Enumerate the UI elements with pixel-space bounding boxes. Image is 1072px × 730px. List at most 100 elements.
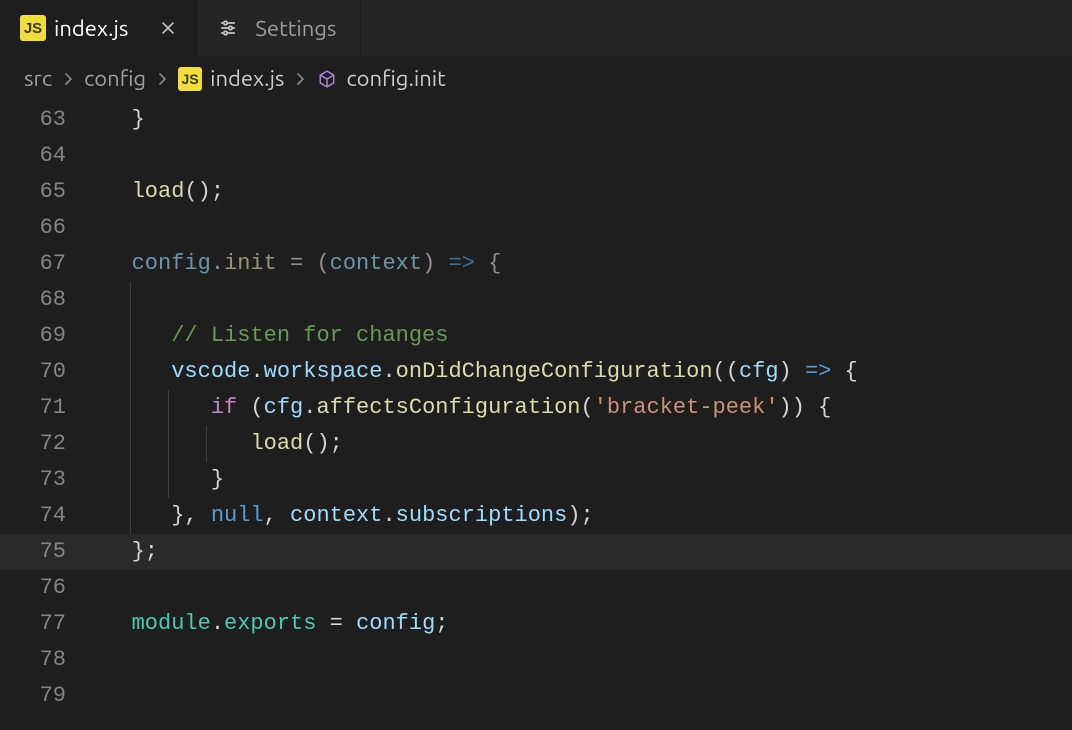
indent-guide	[168, 390, 169, 426]
token: context	[330, 251, 422, 276]
indent-guide	[206, 426, 207, 462]
token: .	[382, 359, 395, 384]
code-content[interactable]: }	[92, 102, 1072, 138]
code-line[interactable]: 68	[0, 282, 1072, 318]
code-line[interactable]: 72 load();	[0, 426, 1072, 462]
js-file-icon: JS	[20, 15, 46, 41]
token: ,	[264, 503, 290, 528]
code-content[interactable]: };	[92, 534, 1072, 570]
token: vscode	[171, 359, 250, 384]
code-content[interactable]: load();	[92, 426, 1072, 462]
token: init	[224, 251, 277, 276]
line-number: 65	[0, 174, 92, 210]
token: )	[779, 359, 805, 384]
code-content[interactable]: }, null, context.subscriptions);	[92, 498, 1072, 534]
breadcrumb-file[interactable]: index.js	[210, 66, 284, 91]
token: (	[581, 395, 594, 420]
code-line[interactable]: 73 }	[0, 462, 1072, 498]
token: cfg	[264, 395, 304, 420]
token: subscriptions	[396, 503, 568, 528]
chevron-right-icon	[60, 71, 76, 87]
indent-guide	[130, 498, 131, 534]
token: ();	[184, 179, 224, 204]
token: (	[237, 395, 263, 420]
symbol-method-icon	[316, 68, 338, 90]
code-line[interactable]: 75 };	[0, 534, 1072, 570]
token: {	[475, 251, 501, 276]
tab-bar: JS index.js Settings	[0, 0, 1072, 56]
code-line[interactable]: 65 load();	[0, 174, 1072, 210]
code-content[interactable]: vscode.workspace.onDidChangeConfiguratio…	[92, 354, 1072, 390]
breadcrumb-item[interactable]: src	[24, 66, 52, 91]
token: affectsConfiguration	[316, 395, 580, 420]
tab-label: index.js	[54, 16, 128, 41]
code-content[interactable]: }	[92, 462, 1072, 498]
line-number: 67	[0, 246, 92, 282]
breadcrumb[interactable]: src config JS index.js config.init	[0, 56, 1072, 102]
code-content[interactable]	[92, 282, 1072, 318]
token: .	[211, 611, 224, 636]
line-number: 66	[0, 210, 92, 246]
tab-label: Settings	[255, 16, 336, 41]
close-icon[interactable]	[156, 16, 180, 40]
code-content[interactable]: if (cfg.affectsConfiguration('bracket-pe…	[92, 390, 1072, 426]
token: // Listen for changes	[171, 323, 448, 348]
code-line[interactable]: 71 if (cfg.affectsConfiguration('bracket…	[0, 390, 1072, 426]
line-number: 68	[0, 282, 92, 318]
code-line[interactable]: 67 config.init = (context) => {	[0, 246, 1072, 282]
token: },	[171, 503, 211, 528]
token: {	[831, 359, 857, 384]
chevron-right-icon	[154, 71, 170, 87]
code-line[interactable]: 66	[0, 210, 1072, 246]
token: onDidChangeConfiguration	[396, 359, 713, 384]
line-number: 64	[0, 138, 92, 174]
code-line[interactable]: 78	[0, 642, 1072, 678]
token: = (	[277, 251, 330, 276]
code-line[interactable]: 77 module.exports = config;	[0, 606, 1072, 642]
token: )	[422, 251, 448, 276]
token: ;	[435, 611, 448, 636]
line-number: 76	[0, 570, 92, 606]
line-number: 78	[0, 642, 92, 678]
token: config	[132, 251, 211, 276]
code-line[interactable]: 64	[0, 138, 1072, 174]
tab-index-js[interactable]: JS index.js	[0, 0, 197, 56]
token: };	[132, 539, 158, 564]
code-line[interactable]: 63 }	[0, 102, 1072, 138]
token: 'bracket-peek'	[594, 395, 779, 420]
indent-guide	[130, 390, 131, 426]
line-number: 72	[0, 426, 92, 462]
code-content[interactable]: load();	[92, 174, 1072, 210]
indent-guide	[130, 462, 131, 498]
token: exports	[224, 611, 316, 636]
line-number: 73	[0, 462, 92, 498]
line-number: 70	[0, 354, 92, 390]
code-line[interactable]: 70 vscode.workspace.onDidChangeConfigura…	[0, 354, 1072, 390]
code-content[interactable]: // Listen for changes	[92, 318, 1072, 354]
token: workspace	[264, 359, 383, 384]
code-line[interactable]: 79	[0, 678, 1072, 714]
code-line[interactable]: 69 // Listen for changes	[0, 318, 1072, 354]
line-number: 69	[0, 318, 92, 354]
tab-settings[interactable]: Settings	[197, 0, 361, 56]
token: =	[316, 611, 356, 636]
token: )) {	[779, 395, 832, 420]
line-number: 79	[0, 678, 92, 714]
token: load	[132, 179, 185, 204]
code-line[interactable]: 74 }, null, context.subscriptions);	[0, 498, 1072, 534]
breadcrumb-symbol[interactable]: config.init	[346, 66, 445, 91]
breadcrumb-item[interactable]: config	[84, 66, 146, 91]
line-number: 63	[0, 102, 92, 138]
token: config	[356, 611, 435, 636]
code-content[interactable]: module.exports = config;	[92, 606, 1072, 642]
code-editor[interactable]: 63 }6465 load();6667 config.init = (cont…	[0, 102, 1072, 714]
token: null	[211, 503, 264, 528]
token: ((	[713, 359, 739, 384]
token: cfg	[739, 359, 779, 384]
code-line[interactable]: 76	[0, 570, 1072, 606]
line-number: 75	[0, 534, 92, 570]
indent-guide	[168, 426, 169, 462]
code-content[interactable]: config.init = (context) => {	[92, 246, 1072, 282]
indent-guide	[130, 426, 131, 462]
token: .	[382, 503, 395, 528]
